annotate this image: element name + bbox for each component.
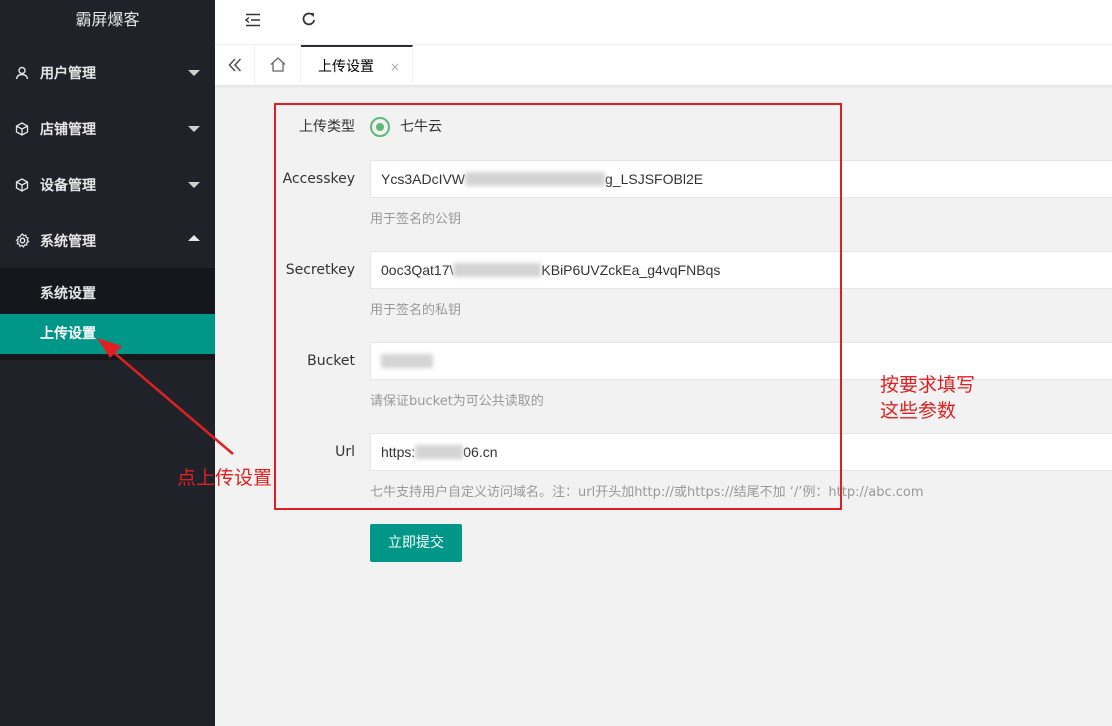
sidebar-item-users[interactable]: 用户管理 <box>0 44 215 100</box>
cube-icon <box>14 100 30 160</box>
app-logo: 霸屏爆客 <box>0 0 215 44</box>
sidebar-item-label: 用户管理 <box>40 66 96 82</box>
chevron-down-icon <box>188 182 200 188</box>
tab-bar: 上传设置 × <box>215 45 1112 86</box>
refresh-icon[interactable] <box>294 8 324 36</box>
sidebar-item-label: 系统管理 <box>40 234 96 250</box>
annotation-highlight-box <box>274 103 842 510</box>
user-icon <box>14 44 30 104</box>
sidebar-item-stores[interactable]: 店铺管理 <box>0 100 215 156</box>
home-icon[interactable] <box>255 45 301 85</box>
sidebar-item-label: 店铺管理 <box>40 122 96 138</box>
submit-button[interactable]: 立即提交 <box>370 524 462 562</box>
sidebar-subitem-upload-settings[interactable]: 上传设置 <box>0 314 215 354</box>
chevron-up-icon <box>188 235 200 241</box>
chevron-down-icon <box>188 126 200 132</box>
sidebar-item-system[interactable]: 系统管理 <box>0 212 215 268</box>
sidebar-subitem-system-settings[interactable]: 系统设置 <box>0 274 215 314</box>
sidebar-subnav: 系统设置 上传设置 <box>0 268 215 360</box>
close-icon[interactable]: × <box>390 47 400 87</box>
sidebar-item-label: 设备管理 <box>40 178 96 194</box>
gear-icon <box>14 212 30 272</box>
annotation-fill-hint: 按要求填写 这些参数 <box>880 374 976 422</box>
annotation-click-hint: 点上传设置 <box>177 467 273 489</box>
top-header <box>215 0 1112 45</box>
sidebar: 霸屏爆客 用户管理 店铺管理 设备管理 系统管理 系统设置 上传设置 <box>0 0 215 726</box>
tabs-scroll-left-icon[interactable] <box>215 45 255 85</box>
cube-icon <box>14 156 30 216</box>
menu-fold-icon[interactable] <box>238 8 268 36</box>
chevron-down-icon <box>188 70 200 76</box>
sidebar-item-devices[interactable]: 设备管理 <box>0 156 215 212</box>
tab-upload-settings[interactable]: 上传设置 × <box>301 45 413 85</box>
tab-label: 上传设置 <box>318 59 374 75</box>
